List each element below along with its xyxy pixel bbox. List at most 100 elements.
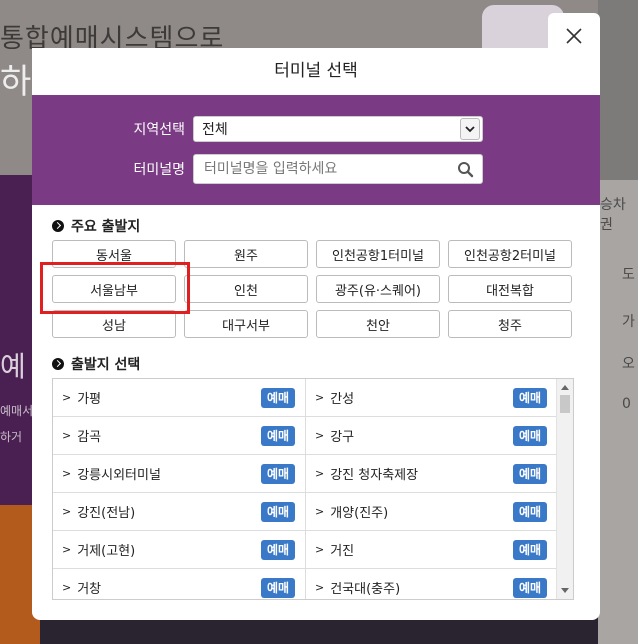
region-label: 지역선택 — [133, 122, 185, 138]
list-item[interactable]: > 간성 예매 — [305, 379, 557, 416]
list-row: > 강진(전남) 예매 > 개양(진주) 예매 — [53, 493, 557, 531]
bullet-arrow-icon — [52, 358, 64, 370]
chevron-right-icon: > — [315, 467, 325, 480]
list-item[interactable]: > 거창 예매 — [53, 569, 305, 599]
terminal-name: 개양(진주) — [330, 506, 389, 521]
list-row: > 거창 예매 > 건국대(충주) 예매 — [53, 569, 557, 599]
region-select-value: 전체 — [202, 122, 228, 138]
list-scrollbar[interactable] — [556, 379, 573, 599]
terminal-name: 강릉시외터미널 — [77, 468, 161, 483]
background-right-label-3: 가 — [622, 314, 635, 330]
search-panel: 지역선택 전체 터미널명 — [32, 95, 600, 205]
terminal-select-modal: 터미널 선택 지역선택 전체 터미널명 터미널명을 입력하세요 주요 출발지 동… — [32, 48, 600, 620]
list-item[interactable]: > 강구 예매 — [305, 417, 557, 454]
terminal-name: 감곡 — [77, 430, 102, 445]
major-item[interactable]: 청주 — [448, 310, 572, 338]
terminal-name: 건국대(충주) — [330, 582, 401, 597]
chevron-right-icon: > — [315, 505, 325, 518]
reserve-button[interactable]: 예매 — [513, 501, 547, 522]
scroll-up-icon[interactable] — [561, 385, 569, 390]
terminal-name: 가평 — [77, 392, 102, 407]
terminal-name: 강구 — [330, 430, 355, 445]
reserve-button[interactable]: 예매 — [261, 577, 295, 598]
chevron-right-icon: > — [62, 467, 72, 480]
chevron-right-icon: > — [62, 391, 72, 404]
background-right-panel — [598, 180, 638, 644]
background-side-text: 예 — [0, 350, 26, 383]
search-icon[interactable] — [457, 161, 474, 182]
reserve-button[interactable]: 예매 — [261, 387, 295, 408]
major-item[interactable]: 대구서부 — [184, 310, 308, 338]
reserve-button[interactable]: 예매 — [513, 577, 547, 598]
chevron-right-icon: > — [62, 429, 72, 442]
terminal-name: 거제(고현) — [77, 544, 136, 559]
list-row: > 거제(고현) 예매 > 거진 예매 — [53, 531, 557, 569]
terminal-search-input[interactable] — [202, 160, 456, 178]
departure-select-heading: 출발지 선택 — [52, 354, 140, 374]
chevron-right-icon: > — [62, 505, 72, 518]
list-row: > 감곡 예매 > 강구 예매 — [53, 417, 557, 455]
terminal-row: 터미널명 — [32, 154, 483, 184]
list-item[interactable]: > 건국대(충주) 예매 — [305, 569, 557, 599]
list-row: > 가평 예매 > 간성 예매 — [53, 379, 557, 417]
chevron-right-icon: > — [62, 581, 72, 594]
background-side-small-2: 하거 — [0, 430, 23, 444]
reserve-button[interactable]: 예매 — [261, 463, 295, 484]
list-item[interactable]: > 가평 예매 — [53, 379, 305, 416]
major-item[interactable]: 광주(유·스퀘어) — [316, 275, 440, 303]
background-right-label-2: 도 — [622, 267, 635, 283]
background-right-label-5: 0 — [622, 396, 631, 412]
background-right-label-4: 오 — [622, 356, 635, 372]
chevron-right-icon: > — [315, 581, 325, 594]
major-departures-heading: 주요 출발지 — [52, 216, 140, 236]
major-item[interactable]: 인천공항2터미널 — [448, 240, 572, 268]
reserve-button[interactable]: 예매 — [513, 539, 547, 560]
reserve-button[interactable]: 예매 — [513, 425, 547, 446]
reserve-button[interactable]: 예매 — [261, 501, 295, 522]
terminal-name: 거진 — [330, 544, 355, 559]
modal-title: 터미널 선택 — [274, 61, 358, 81]
region-select[interactable]: 전체 — [193, 116, 483, 142]
close-icon — [566, 28, 582, 44]
reserve-button[interactable]: 예매 — [513, 463, 547, 484]
terminal-name: 강진 청자축제장 — [330, 468, 419, 483]
major-item[interactable]: 서울남부 — [52, 275, 176, 303]
departure-select-title: 출발지 선택 — [71, 357, 141, 373]
list-item[interactable]: > 개양(진주) 예매 — [305, 493, 557, 530]
list-item[interactable]: > 강릉시외터미널 예매 — [53, 455, 305, 492]
list-item[interactable]: > 감곡 예매 — [53, 417, 305, 454]
major-item[interactable]: 대전복합 — [448, 275, 572, 303]
list-item[interactable]: > 강진(전남) 예매 — [53, 493, 305, 530]
background-side-small-1: 예매서 — [0, 404, 34, 418]
major-item[interactable]: 성남 — [52, 310, 176, 338]
background-headline-2: 하 — [0, 62, 32, 102]
chevron-right-icon: > — [315, 543, 325, 556]
list-row: > 강릉시외터미널 예매 > 강진 청자축제장 예매 — [53, 455, 557, 493]
major-item[interactable]: 천안 — [316, 310, 440, 338]
background-right-label-1: 승차권 — [600, 197, 626, 233]
reserve-button[interactable]: 예매 — [261, 539, 295, 560]
scroll-down-icon[interactable] — [561, 588, 569, 593]
terminal-label: 터미널명 — [133, 162, 185, 178]
chevron-down-icon — [460, 118, 480, 140]
departure-list[interactable]: > 가평 예매 > 간성 예매 > 감곡 예매 > 강구 예매 > 강릉시외터미널 예매 > 강진 청… — [52, 378, 574, 600]
major-item[interactable]: 인천공항1터미널 — [316, 240, 440, 268]
bullet-arrow-icon — [52, 220, 64, 232]
background-right-top — [598, 0, 638, 180]
major-departures-title: 주요 출발지 — [71, 219, 141, 235]
reserve-button[interactable]: 예매 — [261, 425, 295, 446]
chevron-right-icon: > — [62, 543, 72, 556]
region-row: 지역선택 전체 — [32, 116, 483, 142]
list-item[interactable]: > 강진 청자축제장 예매 — [305, 455, 557, 492]
list-item[interactable]: > 거진 예매 — [305, 531, 557, 568]
scroll-thumb[interactable] — [560, 395, 570, 413]
reserve-button[interactable]: 예매 — [513, 387, 547, 408]
major-item[interactable]: 원주 — [184, 240, 308, 268]
list-item[interactable]: > 거제(고현) 예매 — [53, 531, 305, 568]
terminal-name: 강진(전남) — [77, 506, 136, 521]
chevron-right-icon: > — [315, 391, 325, 404]
terminal-search-box — [193, 154, 483, 184]
terminal-name: 간성 — [330, 392, 355, 407]
major-item[interactable]: 인천 — [184, 275, 308, 303]
major-item[interactable]: 동서울 — [52, 240, 176, 268]
